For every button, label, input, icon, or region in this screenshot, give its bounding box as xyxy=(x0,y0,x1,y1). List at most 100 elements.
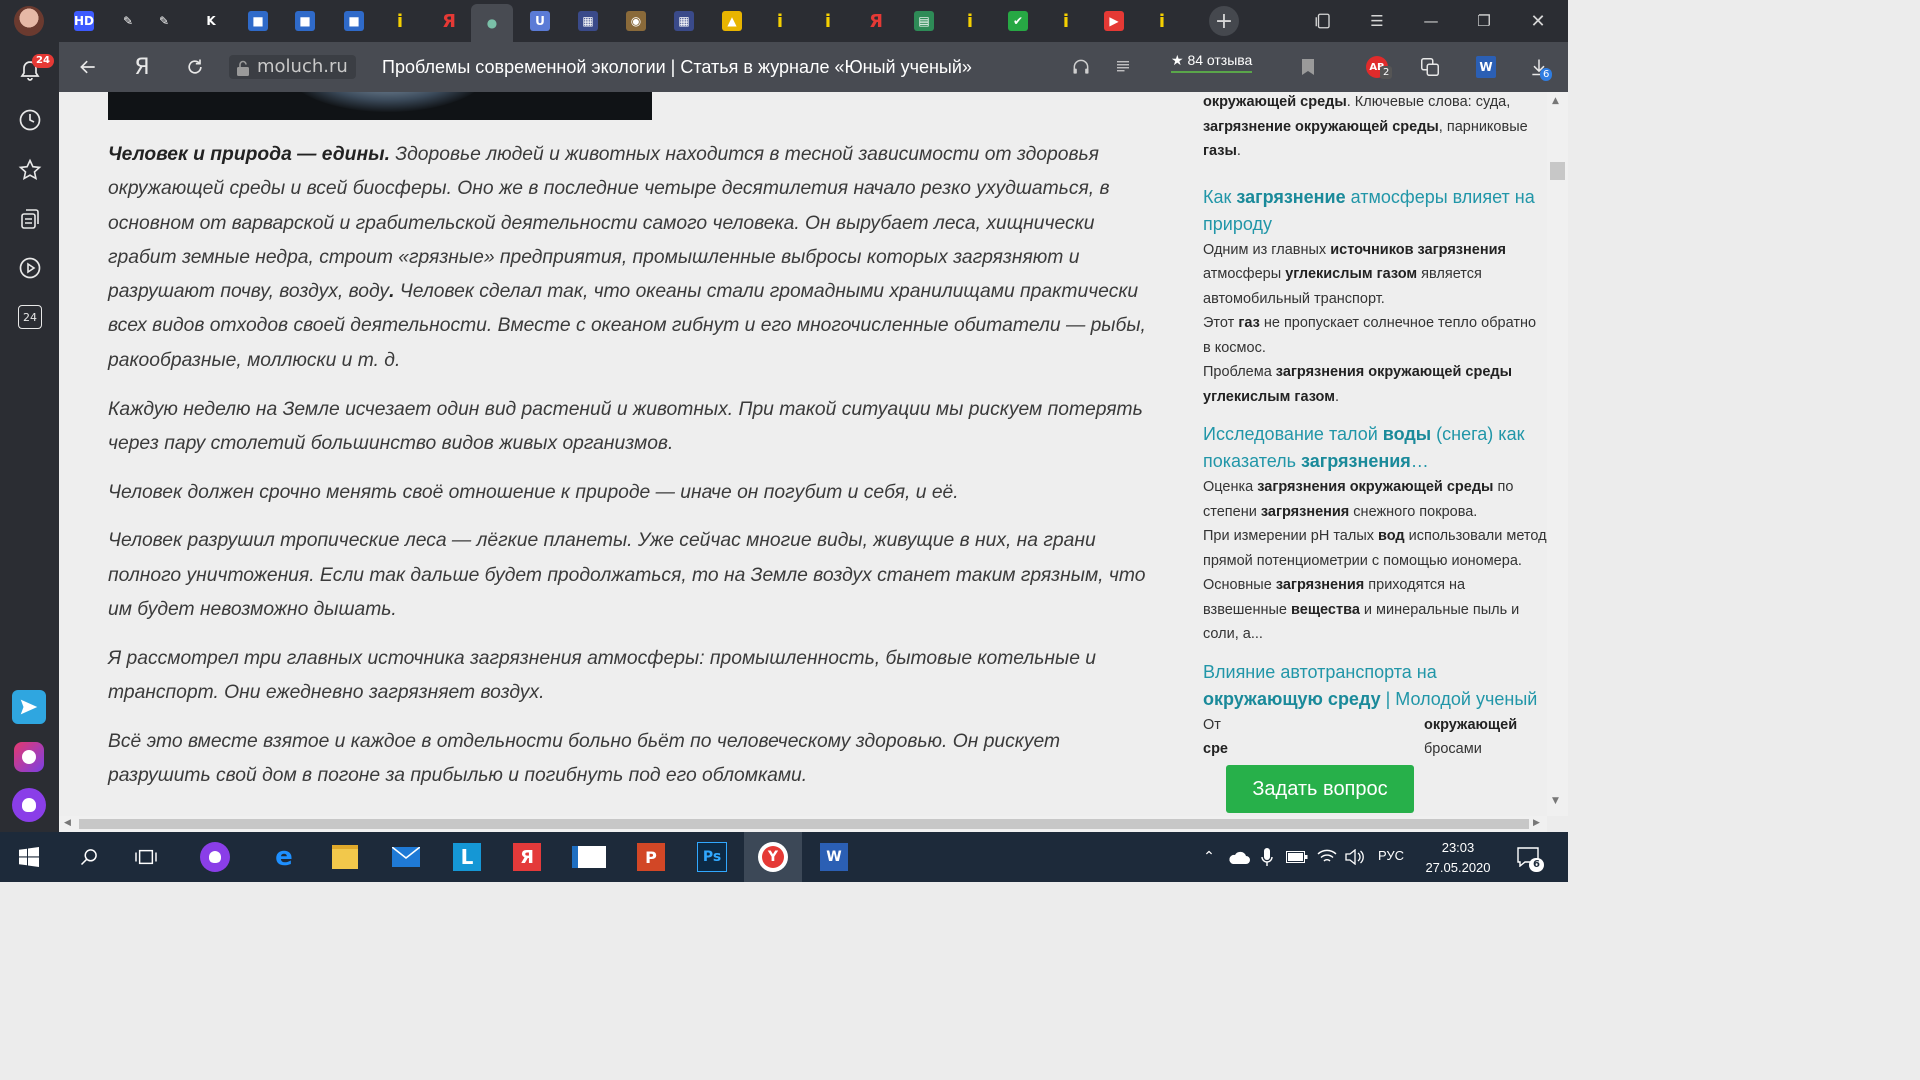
lingualeo-icon[interactable]: L xyxy=(450,840,484,874)
search-icon[interactable] xyxy=(72,840,106,874)
browser-tab[interactable]: ▦ xyxy=(567,4,609,38)
file-explorer-icon[interactable] xyxy=(328,840,362,874)
headphones-icon[interactable] xyxy=(1068,54,1094,80)
url-domain[interactable]: moluch.ru xyxy=(229,55,356,79)
action-center-icon[interactable]: 6 xyxy=(1511,840,1545,874)
horizontal-scroll-thumb[interactable] xyxy=(79,819,1529,829)
adblock-extension-icon[interactable]: AB 2 xyxy=(1364,54,1393,80)
paragraph-text: Здоровье людей и животных находится в те… xyxy=(108,144,1110,303)
reviews-badge[interactable]: ★ 84 отзыва xyxy=(1171,52,1253,73)
chat-icon: ■ xyxy=(248,11,268,31)
browser-tab[interactable]: Я xyxy=(428,4,470,38)
related-snippet-0: окружающей среды. Ключевые слова: суда, … xyxy=(1203,92,1547,164)
bookmark-icon[interactable] xyxy=(1295,54,1321,80)
browser-tab[interactable]: ■ xyxy=(333,4,375,38)
microphone-icon[interactable] xyxy=(1250,840,1284,874)
yandex-browser-taskbar-icon[interactable]: Y xyxy=(744,832,802,882)
yandex-home-icon[interactable]: Я xyxy=(129,54,155,80)
scroll-right-arrow-icon[interactable]: ▶ xyxy=(1533,818,1540,828)
translate-extension-icon[interactable] xyxy=(1417,54,1443,80)
new-tab-plus-icon[interactable]: + xyxy=(1209,6,1239,36)
news-app-icon[interactable] xyxy=(572,840,606,874)
snippet-text: . xyxy=(1334,388,1339,405)
word-taskbar-icon[interactable]: W xyxy=(817,840,851,874)
mail-icon[interactable] xyxy=(389,840,423,874)
page-title[interactable]: Проблемы современной экологии | Статья в… xyxy=(382,55,972,79)
browser-tab[interactable]: ✔ xyxy=(997,4,1039,38)
browser-tab[interactable]: K xyxy=(190,4,232,38)
yandex-taskbar-icon[interactable]: Я xyxy=(510,840,544,874)
browser-tab[interactable]: ▲ xyxy=(711,4,753,38)
browser-tab[interactable]: ■ xyxy=(237,4,279,38)
photoshop-icon[interactable]: Ps xyxy=(695,840,729,874)
back-arrow-icon[interactable] xyxy=(75,54,101,80)
task-view-icon[interactable] xyxy=(129,840,163,874)
browser-tab[interactable]: i xyxy=(1045,4,1087,38)
feather-icon: ✎ xyxy=(158,14,170,28)
close-window-icon[interactable]: ✕ xyxy=(1525,8,1551,34)
browser-tab[interactable]: ✎ xyxy=(143,4,185,38)
language-indicator[interactable]: РУС xyxy=(1378,848,1404,863)
scroll-up-arrow-icon[interactable]: ▲ xyxy=(1552,96,1559,106)
browser-tab[interactable]: ■ xyxy=(284,4,326,38)
related-link-1[interactable]: Как загрязнение атмосферы влияет на прир… xyxy=(1203,184,1547,238)
scroll-down-arrow-icon[interactable]: ▼ xyxy=(1552,796,1559,806)
history-clock-icon[interactable] xyxy=(16,106,44,134)
minimize-icon[interactable]: — xyxy=(1418,8,1444,34)
browser-tab[interactable]: ▤ xyxy=(903,4,945,38)
lock-icon[interactable] xyxy=(236,59,250,76)
browser-tab[interactable]: i xyxy=(759,4,801,38)
tab-manager-icon[interactable] xyxy=(1310,8,1336,34)
restore-icon[interactable]: ❐ xyxy=(1471,8,1497,34)
browser-tab[interactable]: Я xyxy=(855,4,897,38)
snippet-line: Оценка загрязнения окружающей среды по с… xyxy=(1203,475,1547,524)
notifications-bell-icon[interactable]: 24 xyxy=(16,54,54,85)
yandex-icon: Я xyxy=(442,10,456,32)
browser-tab[interactable]: U xyxy=(519,4,561,38)
browser-tab[interactable]: ▦ xyxy=(663,4,705,38)
browser-tab[interactable]: i xyxy=(379,4,421,38)
snippet-text: атмосферы xyxy=(1203,266,1286,282)
volume-icon[interactable] xyxy=(1338,840,1372,874)
menu-hamburger-icon[interactable]: ☰ xyxy=(1364,8,1390,34)
browser-tab[interactable]: HD xyxy=(63,4,105,38)
snippet-bold: углекислым газом xyxy=(1285,266,1418,282)
calendar-icon[interactable]: 24 xyxy=(16,303,44,331)
scroll-left-arrow-icon[interactable]: ◀ xyxy=(64,818,71,828)
battery-icon[interactable] xyxy=(1280,840,1314,874)
related-link-3[interactable]: Влияние автотранспорта на окружающую сре… xyxy=(1203,659,1547,713)
user-avatar[interactable] xyxy=(14,6,44,36)
browser-tab[interactable]: ◉ xyxy=(615,4,657,38)
browser-sidebar: 24 24 xyxy=(0,0,59,832)
browser-tab[interactable]: i xyxy=(807,4,849,38)
collections-icon[interactable] xyxy=(16,205,44,233)
bookmarks-star-icon[interactable] xyxy=(16,156,44,184)
browser-tab[interactable]: ▶ xyxy=(1093,4,1135,38)
check-icon: ✔ xyxy=(1008,11,1028,31)
messenger-send-icon[interactable] xyxy=(12,690,46,724)
reader-mode-icon[interactable] xyxy=(1110,54,1136,80)
music-app-icon[interactable] xyxy=(14,742,44,772)
reload-icon[interactable] xyxy=(182,54,208,80)
qr-icon: ▦ xyxy=(578,11,598,31)
vertical-scroll-thumb[interactable] xyxy=(1550,162,1565,180)
vertical-scrollbar[interactable]: ▲ ▼ xyxy=(1547,92,1568,816)
windows-start-icon[interactable] xyxy=(12,840,46,874)
link-bold: загрязнение xyxy=(1236,186,1346,207)
related-link-2[interactable]: Исследование талой воды (снега) как пока… xyxy=(1203,421,1547,475)
downloads-icon[interactable]: 6 xyxy=(1526,54,1553,81)
alice-assistant-icon[interactable] xyxy=(12,788,46,822)
browser-tab[interactable]: i xyxy=(949,4,991,38)
horizontal-scrollbar[interactable]: ◀ ▶ xyxy=(59,816,1547,832)
powerpoint-icon[interactable]: P xyxy=(634,840,668,874)
tray-overflow-chevron-icon[interactable]: ⌃ xyxy=(1192,840,1226,874)
word-extension-icon[interactable]: W xyxy=(1473,54,1499,80)
ask-question-button[interactable]: Задать вопрос xyxy=(1226,765,1414,813)
video-play-icon[interactable] xyxy=(16,254,44,282)
edge-browser-icon[interactable]: e xyxy=(267,840,301,874)
browser-tab[interactable]: i xyxy=(1141,4,1183,38)
system-clock[interactable]: 23:03 27.05.2020 xyxy=(1418,838,1498,878)
browser-tab[interactable]: ● xyxy=(471,4,513,42)
alice-taskbar-icon[interactable] xyxy=(198,840,232,874)
info-icon: i xyxy=(966,10,974,32)
